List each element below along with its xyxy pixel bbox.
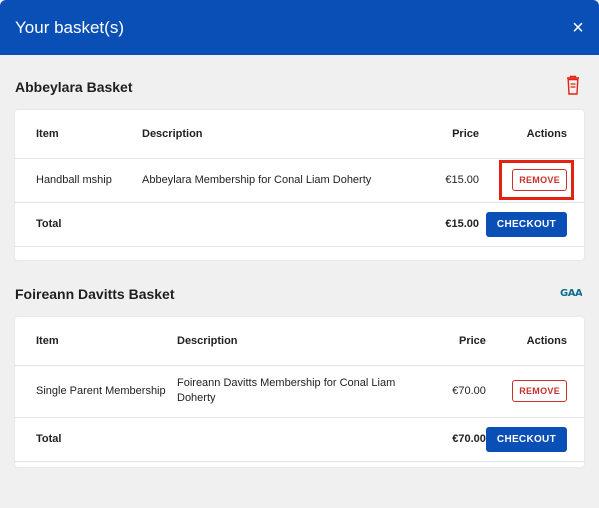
basket-modal: Your basket(s) × Abbeylara Basket Item D… <box>0 0 599 508</box>
total-price: €15.00 <box>445 218 479 230</box>
column-header-actions: Actions <box>526 334 567 347</box>
total-row: Total €70.00 CHECKOUT <box>15 417 584 461</box>
basket-card-foireann-davitts: Item Description Price Actions Single Pa… <box>15 317 584 467</box>
total-label: Total <box>36 433 62 445</box>
column-header-description: Description <box>177 334 238 347</box>
basket-title: Foireann Davitts Basket <box>15 286 175 302</box>
gaa-logo-icon: GAA <box>560 285 583 303</box>
basket-header-abbeylara: Abbeylara Basket <box>15 74 582 101</box>
column-header-actions: Actions <box>526 127 567 140</box>
checkout-button[interactable]: CHECKOUT <box>485 426 567 452</box>
column-header-item: Item <box>36 334 59 347</box>
total-label: Total <box>36 218 62 230</box>
total-row: Total €15.00 CHECKOUT <box>15 202 584 246</box>
table-row: Single Parent Membership Foireann Davitt… <box>15 365 584 417</box>
column-header-description: Description <box>142 127 203 140</box>
highlight-box <box>499 160 574 200</box>
trash-icon[interactable] <box>564 74 582 101</box>
remove-button[interactable]: REMOVE <box>512 380 567 402</box>
basket-table: Item Description Price Actions Single Pa… <box>15 317 584 462</box>
price-cell: €15.00 <box>445 174 479 186</box>
basket-title: Abbeylara Basket <box>15 79 133 95</box>
total-price: €70.00 <box>452 433 486 445</box>
price-cell: €70.00 <box>452 385 486 397</box>
item-cell: Single Parent Membership <box>36 384 166 397</box>
close-button[interactable]: × <box>571 18 585 38</box>
column-header-price: Price <box>452 127 479 140</box>
table-header-row: Item Description Price Actions <box>15 110 584 158</box>
description-cell: Foireann Davitts Membership for Conal Li… <box>177 377 396 404</box>
description-cell: Abbeylara Membership for Conal Liam Dohe… <box>142 174 372 186</box>
basket-header-foireann-davitts: Foireann Davitts Basket GAA <box>15 283 583 305</box>
column-header-item: Item <box>36 127 59 140</box>
column-header-price: Price <box>459 334 486 347</box>
svg-text:GAA: GAA <box>560 288 582 298</box>
modal-title: Your basket(s) <box>15 17 124 37</box>
modal-header: Your basket(s) × <box>0 0 599 55</box>
item-cell: Handball mship <box>36 174 112 186</box>
checkout-button[interactable]: CHECKOUT <box>485 211 567 237</box>
table-header-row: Item Description Price Actions <box>15 317 584 365</box>
